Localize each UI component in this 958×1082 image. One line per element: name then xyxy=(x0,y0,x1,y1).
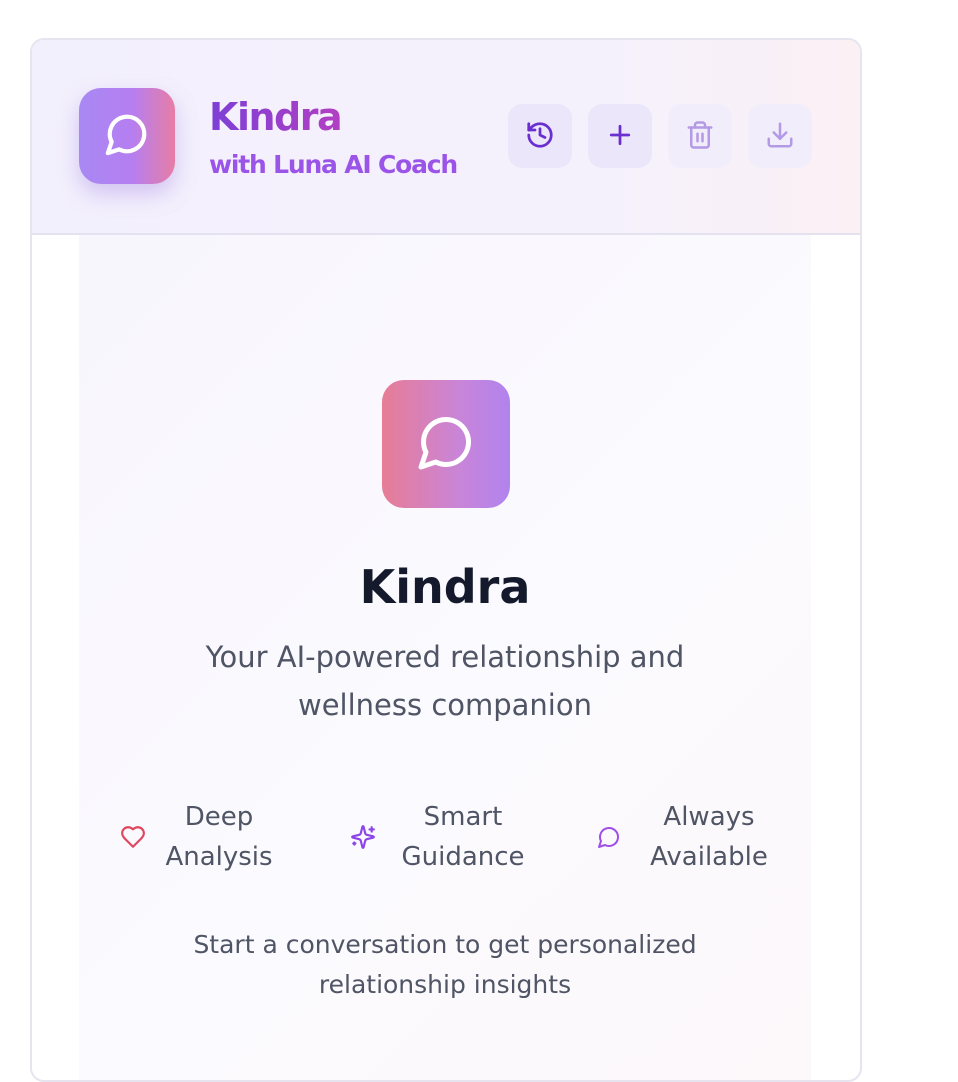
welcome-description: Your AI-powered relationship and wellnes… xyxy=(205,640,685,722)
history-button[interactable] xyxy=(508,104,572,168)
export-chat-button[interactable] xyxy=(748,104,812,168)
chat-bubble-icon xyxy=(416,412,476,476)
feature-label: Always Available xyxy=(650,802,768,872)
feature-label: Deep Analysis xyxy=(165,802,273,872)
plus-icon xyxy=(605,120,635,153)
welcome-title: Kindra xyxy=(359,560,531,614)
new-chat-button[interactable] xyxy=(588,104,652,168)
sparkles-icon xyxy=(349,823,377,851)
trash-icon xyxy=(685,120,715,153)
chat-bubble-icon xyxy=(104,111,150,161)
chat-bubble-icon xyxy=(595,823,623,851)
feature-label: Smart Guidance xyxy=(401,802,525,872)
download-icon xyxy=(765,120,795,153)
chat-header: Kindra with Luna AI Coach xyxy=(32,40,860,235)
app-subtitle: with Luna AI Coach xyxy=(209,150,458,179)
welcome-hint: Start a conversation to get personalized… xyxy=(193,930,697,999)
welcome-card: Kindra Your AI-powered relationship and … xyxy=(79,235,811,1080)
feature-smart-guidance: Smart Guidance xyxy=(349,797,549,877)
heart-icon xyxy=(119,823,147,851)
feature-always-available: Always Available xyxy=(595,797,805,877)
welcome-logo xyxy=(382,380,510,508)
chat-panel: Kindra with Luna AI Coach Kindra Your AI… xyxy=(30,38,862,1082)
delete-chat-button[interactable] xyxy=(668,104,732,168)
feature-deep-analysis: Deep Analysis xyxy=(119,797,319,877)
app-logo xyxy=(79,88,175,184)
app-title: Kindra xyxy=(209,95,343,139)
history-icon xyxy=(525,120,555,153)
